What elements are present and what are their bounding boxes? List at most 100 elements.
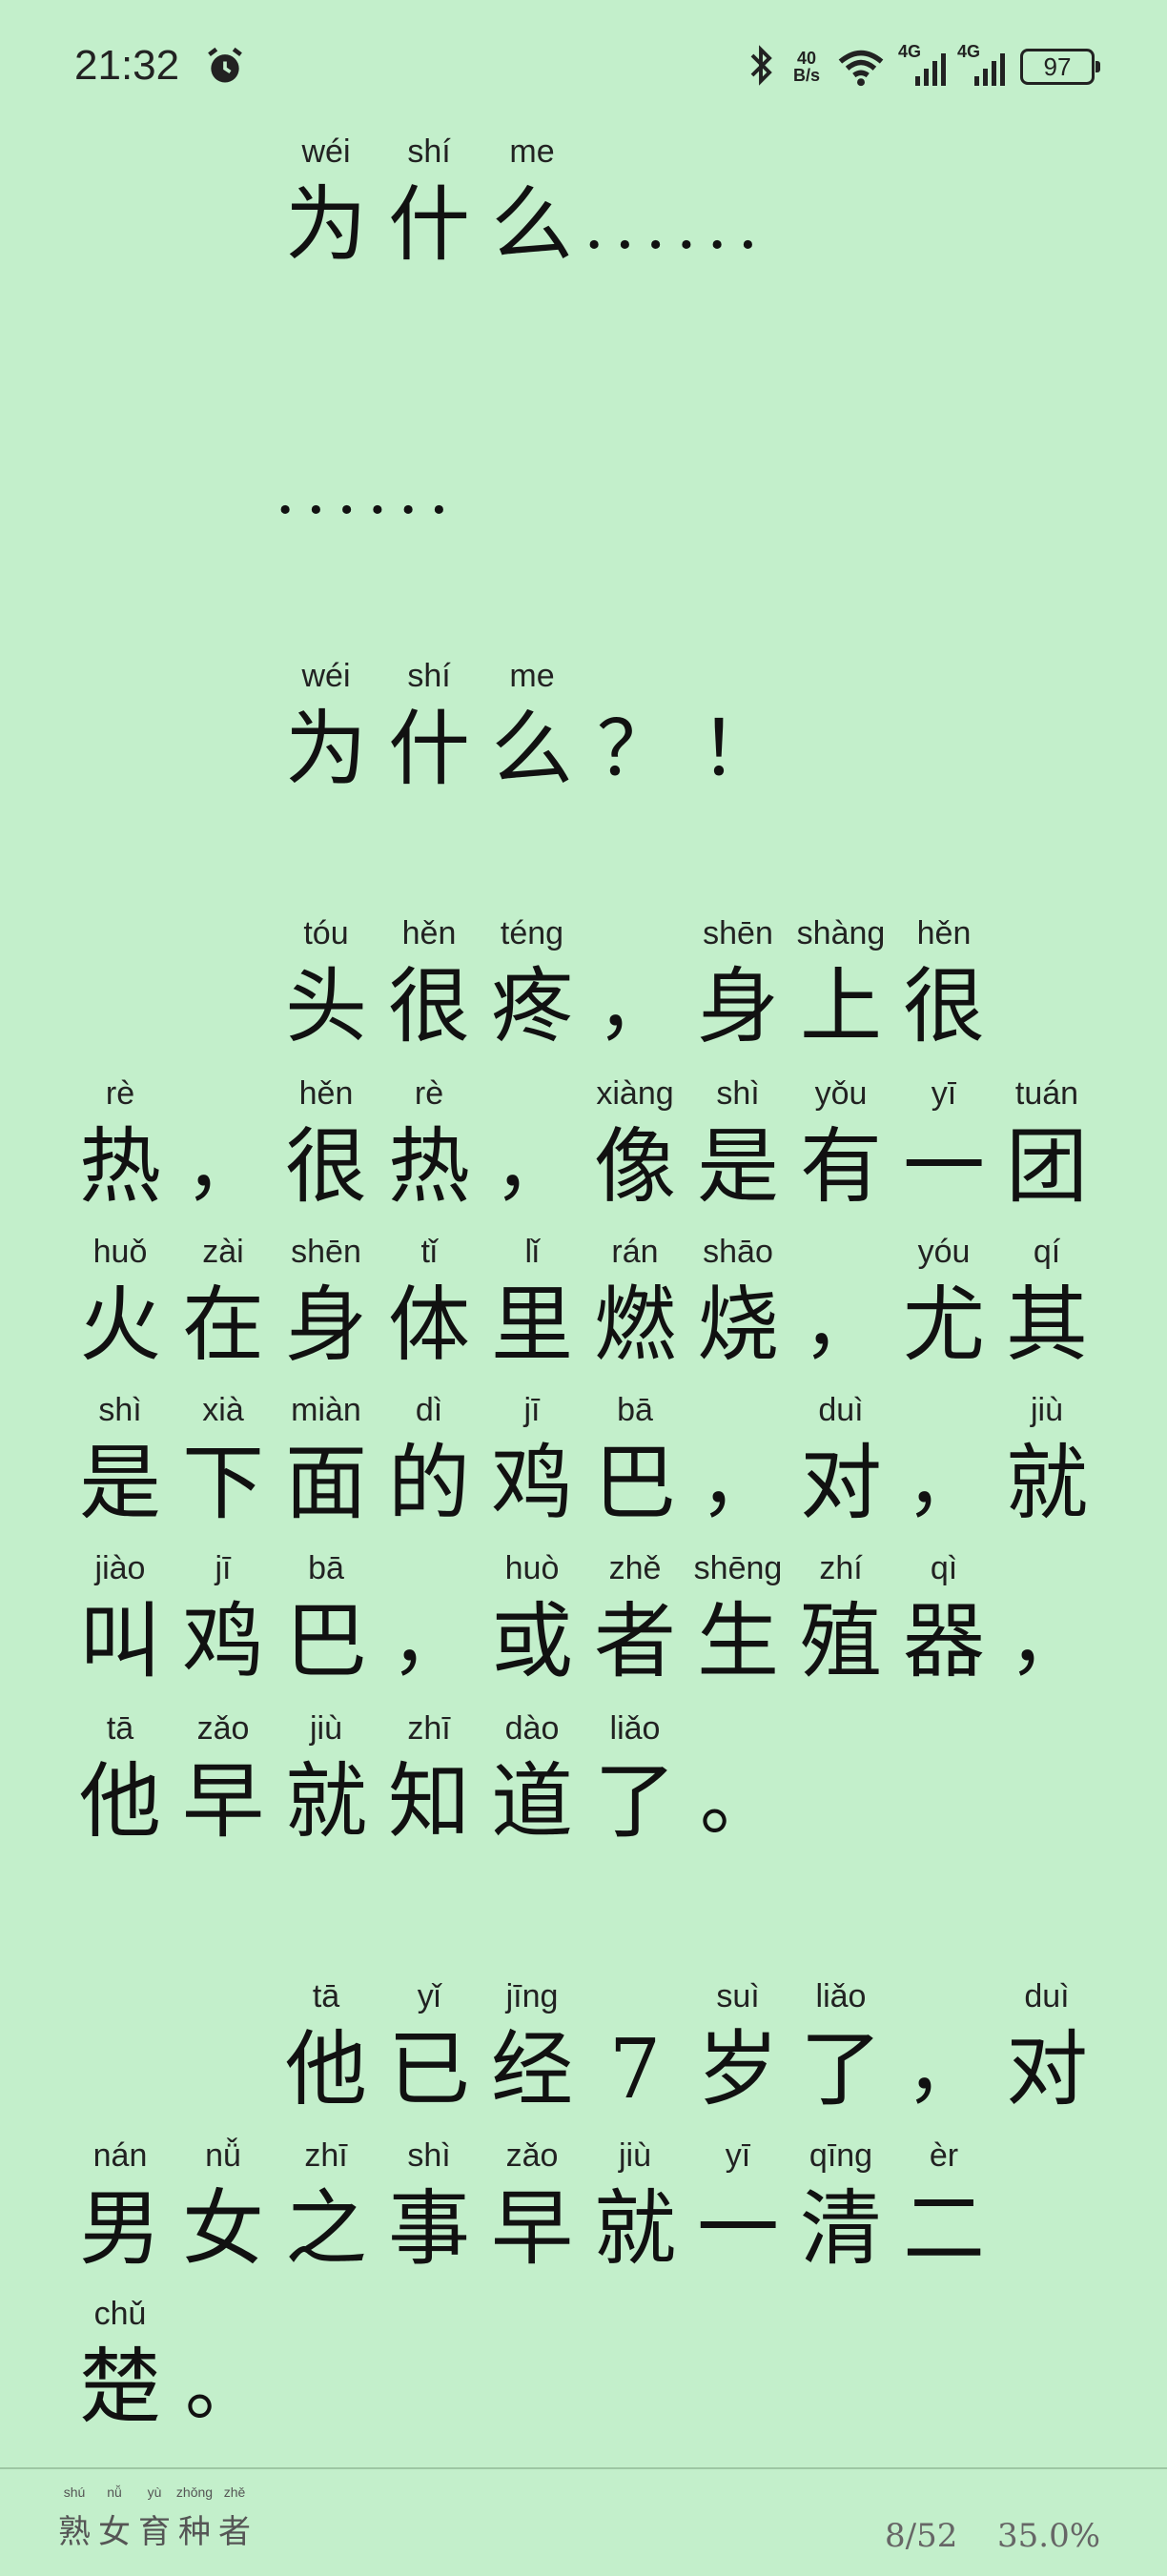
reading-progress: 35.0% bbox=[997, 2517, 1101, 2555]
hanzi: 了 bbox=[800, 2022, 882, 2117]
hanzi: 就 bbox=[1006, 1436, 1088, 1531]
text-line: rè 热， hěn 很 rè 热， xiàng 像 shì 是 yǒu 有 yī 一 tuán 团 bbox=[69, 1075, 1108, 1236]
hanzi: ！ bbox=[700, 705, 776, 793]
hanzi: 清 bbox=[800, 2181, 882, 2277]
hanzi: 一 bbox=[697, 2181, 779, 2277]
hanzi: 是 bbox=[79, 1436, 161, 1531]
hanzi: 殖 bbox=[800, 1594, 882, 1689]
hanzi: 鸡 bbox=[182, 1594, 264, 1689]
hanzi: 巴 bbox=[285, 1594, 367, 1689]
hanzi: 早 bbox=[182, 1754, 264, 1850]
hanzi: 尤 bbox=[903, 1278, 985, 1373]
hanzi: 已 bbox=[388, 2022, 470, 2117]
hanzi: 在 bbox=[182, 1278, 264, 1373]
hanzi: ， bbox=[700, 1439, 776, 1527]
text-line: shì 是 xià 下 miàn 面 dì 的 jī 鸡 bā 巴， duì 对， jiù 就 bbox=[69, 1392, 1108, 1552]
text-line: nán 男 nǚ 女 zhī 之 shì 事 zǎo 早 jiù 就 yī 一 qīng 清 èr 二 bbox=[69, 2137, 1108, 2298]
title-hanzi: 种 bbox=[178, 2513, 211, 2551]
hanzi: 者 bbox=[594, 1594, 676, 1689]
hanzi: 热 bbox=[388, 1119, 470, 1215]
pinyin: èr bbox=[929, 2137, 959, 2174]
hanzi: 岁 bbox=[697, 2022, 779, 2117]
hanzi: 器 bbox=[903, 1594, 985, 1689]
hanzi: 知 bbox=[388, 1754, 470, 1850]
hanzi: 。 bbox=[185, 2342, 261, 2431]
hanzi: ， bbox=[906, 2025, 982, 2114]
character: 。 bbox=[686, 1710, 789, 1871]
hanzi: 之 bbox=[285, 2181, 367, 2277]
text-line: tā 他 yǐ 已 jīng 经 7 suì 岁 liǎo 了， duì 对 bbox=[69, 1978, 1108, 2138]
hanzi: 道 bbox=[491, 1754, 573, 1850]
pinyin: duì bbox=[1024, 1978, 1070, 2014]
hanzi: 为 bbox=[285, 702, 367, 797]
hanzi: 。 bbox=[700, 1757, 776, 1846]
reader-content[interactable]: wéi 为 shí 什 me 么............ wéi 为 shí 什 me 么？！ tóu 头… bbox=[0, 0, 1167, 2441]
hanzi: ， bbox=[1009, 1597, 1085, 1686]
hanzi: 是 bbox=[697, 1119, 779, 1215]
hanzi: ？ bbox=[597, 705, 673, 793]
hanzi: 身 bbox=[697, 959, 779, 1054]
hanzi: 头 bbox=[285, 959, 367, 1054]
hanzi: 事 bbox=[388, 2181, 470, 2277]
hanzi: ...... bbox=[584, 186, 768, 264]
text-line: wéi 为 shí 什 me 么...... bbox=[69, 133, 1108, 294]
title-hanzi: 育 bbox=[138, 2513, 171, 2551]
text-line: tā 他 zǎo 早 jiù 就 zhī 知 dào 道 liǎo 了。 bbox=[69, 1710, 1108, 1871]
pinyin bbox=[967, 1550, 1127, 1588]
hanzi: 团 bbox=[1006, 1119, 1088, 1215]
character: hěn 很 bbox=[892, 915, 995, 1075]
hanzi: 其 bbox=[1006, 1278, 1088, 1373]
hanzi: 面 bbox=[285, 1436, 367, 1531]
hanzi: 烧 bbox=[697, 1278, 779, 1373]
hanzi: 为 bbox=[285, 177, 367, 273]
hanzi: 很 bbox=[285, 1119, 367, 1215]
hanzi: 早 bbox=[491, 2181, 573, 2277]
hanzi: 鸡 bbox=[491, 1436, 573, 1531]
hanzi: 经 bbox=[491, 2022, 573, 2117]
hanzi: 很 bbox=[903, 959, 985, 1054]
hanzi: 么 bbox=[491, 702, 573, 797]
hanzi: 对 bbox=[800, 1436, 882, 1531]
text-line: tóu 头 hěn 很 téng 疼， shēn 身 shàng 上 hěn 很 bbox=[69, 915, 1108, 1075]
hanzi: 火 bbox=[79, 1278, 161, 1373]
hanzi: 男 bbox=[79, 2181, 161, 2277]
hanzi: ， bbox=[906, 1439, 982, 1527]
hanzi: ， bbox=[494, 1122, 570, 1211]
text-line: huǒ 火 zài 在 shēn 身 tǐ 体 lǐ 里 rán 燃 shāo 烧， yóu 尤 qí 其 bbox=[69, 1234, 1108, 1394]
page-indicator: 8/52 bbox=[885, 2517, 958, 2555]
character: 。 bbox=[172, 2296, 275, 2456]
pinyin bbox=[555, 133, 715, 172]
title-hanzi: 熟 bbox=[58, 2513, 91, 2551]
hanzi: 体 bbox=[388, 1278, 470, 1373]
reader-footer: shú 熟 nǚ 女 yù 育 zhǒng 种 zhě 者 8/52 35.0% bbox=[0, 2467, 1167, 2576]
character: ...... bbox=[275, 399, 450, 559]
hanzi: ， bbox=[803, 1280, 879, 1369]
hanzi: 很 bbox=[388, 959, 470, 1054]
character: duì 对 bbox=[995, 1978, 1098, 2138]
character: jiù 就 bbox=[995, 1392, 1098, 1552]
hanzi: 7 bbox=[608, 2022, 662, 2117]
hanzi: 或 bbox=[491, 1594, 573, 1689]
character: ...... bbox=[584, 133, 759, 294]
title-character: zhě 者 bbox=[215, 2484, 254, 2557]
hanzi: 的 bbox=[388, 1436, 470, 1531]
pinyin: hěn bbox=[916, 915, 972, 951]
character: ， bbox=[995, 1550, 1098, 1710]
title-hanzi: 女 bbox=[98, 2513, 131, 2551]
hanzi: 了 bbox=[594, 1754, 676, 1850]
title-pinyin: zhě bbox=[223, 2484, 246, 2500]
hanzi: 有 bbox=[800, 1119, 882, 1215]
pinyin bbox=[246, 399, 406, 437]
character: èr 二 bbox=[892, 2137, 995, 2298]
pinyin: jiù bbox=[1030, 1392, 1064, 1428]
hanzi: 他 bbox=[79, 1754, 161, 1850]
pinyin bbox=[658, 658, 818, 696]
text-line: chǔ 楚。 bbox=[69, 2296, 1108, 2456]
hanzi: 什 bbox=[388, 702, 470, 797]
hanzi: ， bbox=[185, 1122, 261, 1211]
hanzi: 对 bbox=[1006, 2022, 1088, 2117]
hanzi: 热 bbox=[79, 1119, 161, 1215]
hanzi: 疼 bbox=[491, 959, 573, 1054]
hanzi: 一 bbox=[903, 1119, 985, 1215]
hanzi: 么 bbox=[491, 177, 573, 273]
